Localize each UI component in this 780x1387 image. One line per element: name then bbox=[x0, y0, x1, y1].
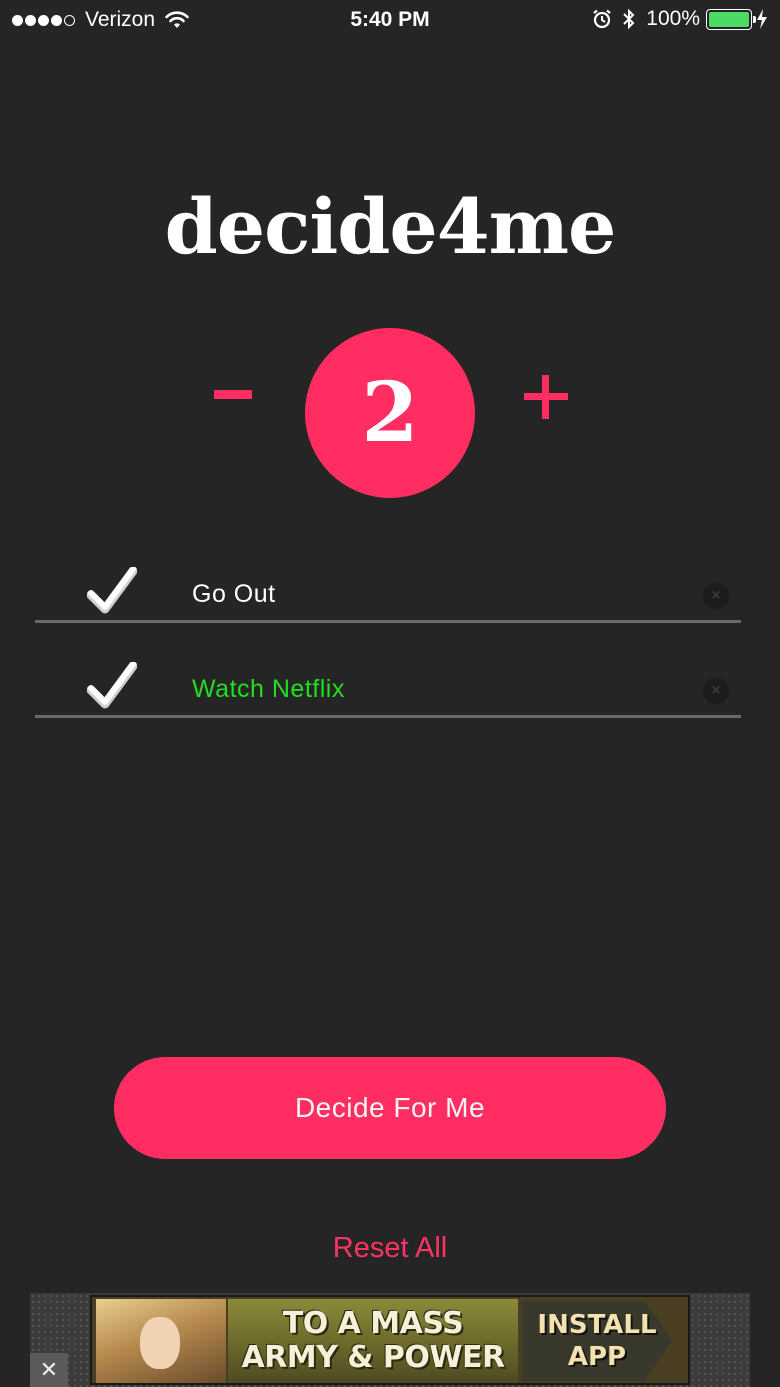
ad-headline-line2: ARMY & POWER bbox=[241, 1340, 505, 1375]
option-input[interactable]: Go Out bbox=[192, 580, 276, 609]
battery-level-fill bbox=[709, 11, 749, 27]
option-row: Go Out × bbox=[35, 563, 741, 623]
bluetooth-icon bbox=[622, 8, 636, 30]
alarm-clock-icon bbox=[592, 9, 612, 29]
status-bar: Verizon 5:40 PM 100% bbox=[0, 0, 780, 40]
clear-icon[interactable]: × bbox=[703, 678, 729, 704]
reset-all-link[interactable]: Reset All bbox=[0, 1232, 780, 1265]
checkmark-icon[interactable] bbox=[86, 566, 138, 620]
ad-banner[interactable]: TO A MASS ARMY & POWER INSTALL APP ✕ bbox=[30, 1293, 750, 1387]
option-count-value: 2 bbox=[361, 365, 419, 461]
ad-install-button[interactable]: INSTALL APP bbox=[522, 1301, 672, 1381]
battery-icon bbox=[706, 8, 756, 30]
battery-percentage: 100% bbox=[646, 7, 700, 30]
close-icon[interactable]: ✕ bbox=[30, 1353, 68, 1387]
ad-headline-line1: TO A MASS bbox=[282, 1306, 464, 1341]
decide-for-me-button[interactable]: Decide For Me bbox=[114, 1057, 666, 1159]
option-count-display: 2 bbox=[305, 328, 475, 498]
increment-button[interactable] bbox=[524, 375, 568, 419]
checkmark-icon[interactable] bbox=[86, 661, 138, 715]
app-title: decide4me bbox=[164, 182, 617, 271]
ad-character-image bbox=[96, 1299, 226, 1383]
ad-headline-area: TO A MASS ARMY & POWER bbox=[228, 1299, 518, 1383]
option-input[interactable]: Watch Netflix bbox=[192, 675, 345, 704]
status-bar-right: 100% bbox=[592, 7, 768, 31]
decrement-button[interactable] bbox=[214, 390, 252, 399]
option-row: Watch Netflix × bbox=[35, 658, 741, 718]
ad-install-line1: INSTALL bbox=[537, 1310, 657, 1340]
ad-creative[interactable]: TO A MASS ARMY & POWER INSTALL APP bbox=[90, 1295, 690, 1385]
ad-install-line2: APP bbox=[567, 1342, 627, 1372]
clear-icon[interactable]: × bbox=[703, 583, 729, 609]
charging-bolt-icon bbox=[756, 9, 768, 29]
